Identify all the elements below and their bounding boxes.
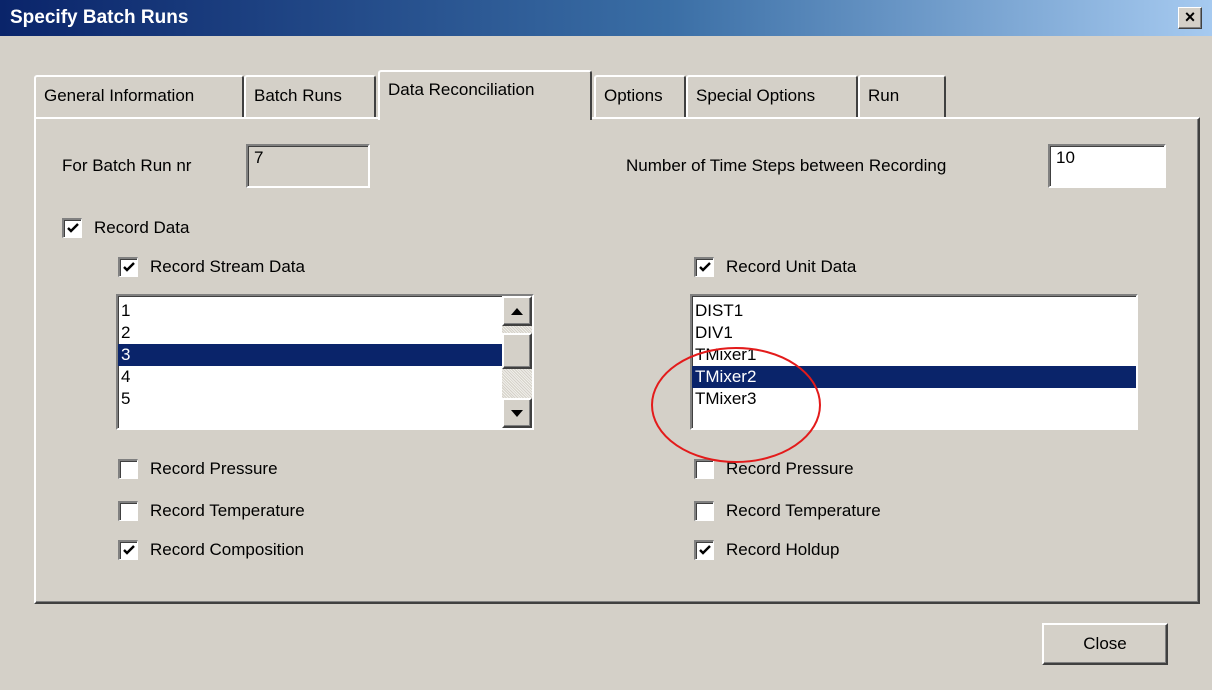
tab-data-reconciliation[interactable]: Data Reconciliation	[378, 70, 592, 120]
tab-batch-runs[interactable]: Batch Runs	[244, 75, 376, 117]
tab-options[interactable]: Options	[594, 75, 686, 117]
record-data-checkbox[interactable]	[62, 218, 82, 238]
stream-composition-row[interactable]: Record Composition	[118, 540, 304, 560]
check-icon	[122, 545, 135, 555]
scroll-down-button[interactable]	[502, 398, 532, 428]
tab-label: Special Options	[696, 86, 816, 105]
stream-scrollbar[interactable]	[502, 296, 532, 428]
stream-composition-label: Record Composition	[150, 540, 305, 559]
stream-pressure-label: Record Pressure	[150, 459, 278, 478]
scroll-up-button[interactable]	[502, 296, 532, 326]
close-button[interactable]: Close	[1042, 623, 1168, 665]
batch-run-label: For Batch Run nr	[62, 156, 192, 175]
record-data-label: Record Data	[94, 218, 190, 237]
stream-list-item[interactable]: 4	[118, 366, 502, 388]
annotation-ellipse	[651, 347, 821, 463]
check-icon	[66, 223, 79, 233]
unit-holdup-checkbox[interactable]	[694, 540, 714, 560]
record-stream-data-checkbox[interactable]	[118, 257, 138, 277]
tab-label: Batch Runs	[254, 86, 342, 105]
window-title: Specify Batch Runs	[10, 7, 189, 28]
tab-label: Run	[868, 86, 900, 105]
tab-run[interactable]: Run	[858, 75, 946, 117]
unit-holdup-row[interactable]: Record Holdup	[694, 540, 839, 560]
annotation-circle	[651, 347, 821, 463]
unit-temperature-checkbox[interactable]	[694, 501, 714, 521]
tab-general-information[interactable]: General Information	[34, 75, 244, 117]
unit-list-item[interactable]: DIST1	[692, 300, 1136, 322]
stream-list-item[interactable]: 2	[118, 322, 502, 344]
record-unit-data-row[interactable]: Record Unit Data	[694, 257, 856, 277]
stream-list-item[interactable]: 5	[118, 388, 502, 410]
time-steps-label: Number of Time Steps between Recording	[626, 156, 947, 175]
stream-list-item[interactable]: 3	[118, 344, 502, 366]
stream-composition-checkbox[interactable]	[118, 540, 138, 560]
time-steps-input[interactable]: 10	[1048, 144, 1166, 188]
stream-list-item[interactable]: 1	[118, 300, 502, 322]
unit-temperature-row[interactable]: Record Temperature	[694, 501, 881, 521]
check-icon	[122, 262, 135, 272]
record-unit-data-label: Record Unit Data	[726, 257, 857, 276]
record-stream-data-label: Record Stream Data	[150, 257, 305, 276]
stream-temperature-row[interactable]: Record Temperature	[118, 501, 305, 521]
batch-run-field: 7	[246, 144, 370, 188]
close-window-button[interactable]: ×	[1178, 7, 1202, 29]
unit-holdup-label: Record Holdup	[726, 540, 840, 559]
check-icon	[698, 262, 711, 272]
record-unit-data-checkbox[interactable]	[694, 257, 714, 277]
stream-list-items: 12345	[118, 300, 502, 410]
arrow-up-icon	[511, 307, 523, 315]
record-stream-data-row[interactable]: Record Stream Data	[118, 257, 305, 277]
record-data-checkbox-row[interactable]: Record Data	[62, 218, 189, 238]
dialog-window: Specify Batch Runs × General Information…	[0, 0, 1212, 690]
stream-pressure-checkbox[interactable]	[118, 459, 138, 479]
arrow-down-icon	[511, 409, 523, 417]
check-icon	[698, 545, 711, 555]
stream-temperature-checkbox[interactable]	[118, 501, 138, 521]
unit-list-item[interactable]: DIV1	[692, 322, 1136, 344]
tab-label: Data Reconciliation	[388, 80, 535, 99]
stream-listbox[interactable]: 12345	[116, 294, 534, 430]
tab-label: General Information	[44, 86, 195, 105]
stream-temperature-label: Record Temperature	[150, 501, 305, 520]
tab-label: Options	[604, 86, 663, 105]
unit-temperature-label: Record Temperature	[726, 501, 881, 520]
stream-pressure-row[interactable]: Record Pressure	[118, 459, 278, 479]
scroll-thumb[interactable]	[502, 333, 532, 370]
title-bar: Specify Batch Runs ×	[0, 0, 1212, 36]
tab-special-options[interactable]: Special Options	[686, 75, 858, 117]
